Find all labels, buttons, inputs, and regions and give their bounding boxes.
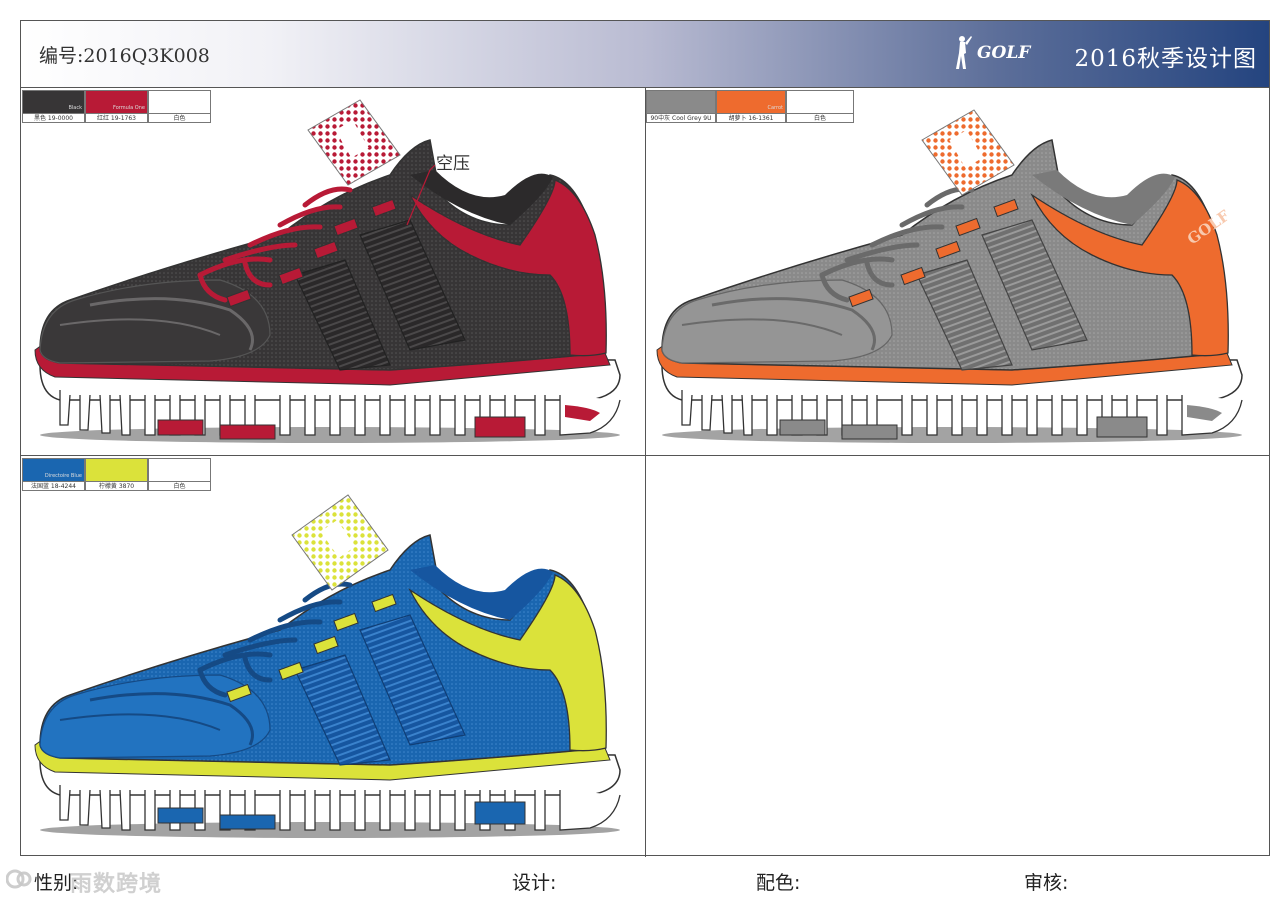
grid-divider-horizontal — [21, 455, 1269, 456]
brand-name: GOLF — [977, 43, 1031, 63]
designer-label: 设计: — [512, 872, 557, 894]
colorway-label: 配色: — [756, 872, 801, 894]
sheet-title: 2016秋季设计图 — [1074, 46, 1257, 72]
shoe-illustration-black-red — [34, 99, 621, 443]
grid-divider-vertical — [645, 87, 646, 857]
swatch-group-blue-yellow: Directoire Blue 法国蓝 18-4244 柠檬黄 3870 白色 — [22, 458, 211, 491]
watermark-text: 雨数跨境 — [70, 872, 163, 897]
annotation-label: 空压 — [436, 154, 470, 174]
design-code: 编号:2016Q3K008 — [39, 45, 210, 67]
review-label: 审核: — [1024, 872, 1069, 894]
color-swatch: 柠檬黄 3870 — [85, 458, 148, 491]
watermark-logo-icon — [6, 869, 32, 889]
shoe-illustration-blue-yellow — [34, 494, 621, 838]
shoe-illustration-grey-orange: GOLF — [656, 109, 1243, 443]
color-swatch: 白色 — [148, 458, 211, 491]
sheet-header: 编号:2016Q3K008 GOLF 2016秋季设计图 — [21, 21, 1269, 88]
color-swatch: Directoire Blue 法国蓝 18-4244 — [22, 458, 85, 491]
